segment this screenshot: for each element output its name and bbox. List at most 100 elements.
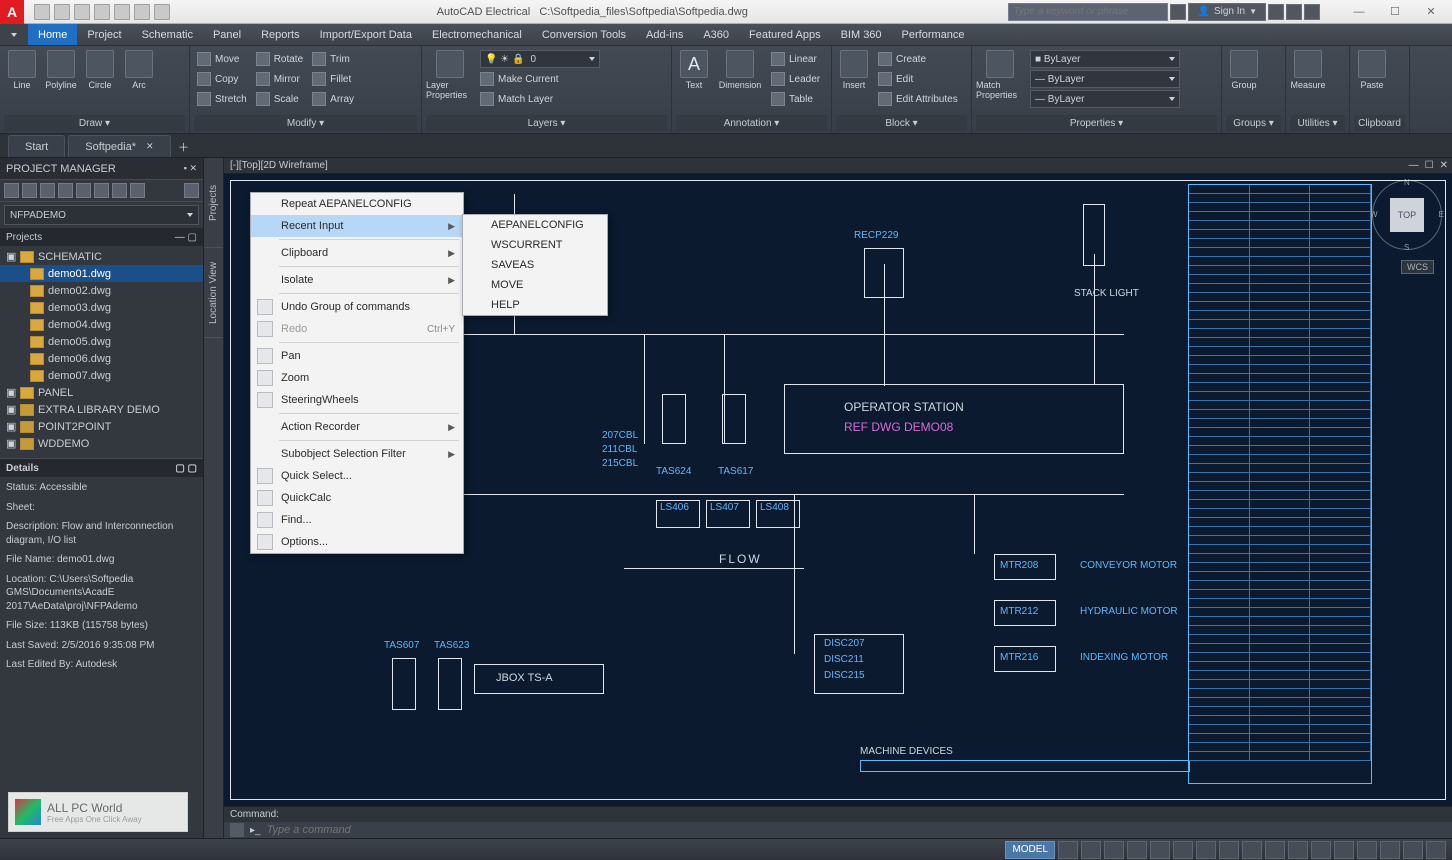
tree-file[interactable]: demo05.dwg <box>0 333 203 350</box>
ctx-item[interactable]: Undo Group of commands <box>251 296 463 318</box>
group-button[interactable]: Group <box>1226 50 1262 90</box>
tree-node-p2p[interactable]: ▣POINT2POINT <box>0 418 203 435</box>
pm-tool-icon[interactable] <box>22 183 37 198</box>
modify-stretch-button[interactable]: CopyStretch <box>194 90 250 108</box>
tree-node-schematic[interactable]: ▣SCHEMATIC <box>0 248 203 265</box>
qat-plot-icon[interactable] <box>114 4 130 20</box>
window-maximize-button[interactable]: ☐ <box>1378 1 1412 23</box>
panel-title-modify[interactable]: Modify ▾ <box>194 115 417 131</box>
status-3dosnap-icon[interactable] <box>1173 841 1193 859</box>
command-close-icon[interactable] <box>230 823 244 837</box>
modify-fillet-button[interactable]: Fillet <box>309 70 357 88</box>
tree-file[interactable]: demo04.dwg <box>0 316 203 333</box>
ctx-item[interactable]: SteeringWheels <box>251 389 463 411</box>
status-annoscale-icon[interactable] <box>1288 841 1308 859</box>
ctx-item[interactable]: Action Recorder▶ <box>251 416 463 438</box>
ctx-item[interactable]: Zoom <box>251 367 463 389</box>
tab-bim360[interactable]: BIM 360 <box>831 24 892 45</box>
paste-button[interactable]: Paste <box>1354 50 1390 90</box>
color-dropdown[interactable]: ■ ByLayer <box>1030 50 1180 68</box>
dimension-button[interactable]: Dimension <box>715 50 765 90</box>
exchange-icon[interactable] <box>1268 4 1284 20</box>
measure-button[interactable]: Measure <box>1290 50 1326 90</box>
doc-tab-start[interactable]: Start <box>8 135 65 157</box>
ctx-item[interactable]: Recent Input▶ <box>251 215 463 237</box>
status-otrack-icon[interactable] <box>1196 841 1216 859</box>
status-isolate-icon[interactable] <box>1357 841 1377 859</box>
help-search-input[interactable] <box>1008 3 1168 21</box>
window-minimize-button[interactable]: — <box>1342 1 1376 23</box>
viewport-label[interactable]: [-][Top][2D Wireframe] <box>230 160 328 171</box>
status-transparency-icon[interactable] <box>1242 841 1262 859</box>
panel-title-groups[interactable]: Groups ▾ <box>1226 115 1281 131</box>
tab-schematic[interactable]: Schematic <box>132 24 203 45</box>
tree-file[interactable]: demo07.dwg <box>0 367 203 384</box>
status-monitor-icon[interactable] <box>1334 841 1354 859</box>
tree-file[interactable]: demo02.dwg <box>0 282 203 299</box>
app-logo[interactable]: A <box>0 0 24 24</box>
draw-arc-button[interactable]: Arc <box>121 50 157 90</box>
tab-conversion[interactable]: Conversion Tools <box>532 24 636 45</box>
modify-array-button[interactable]: Array <box>309 90 357 108</box>
status-grid-icon[interactable] <box>1058 841 1078 859</box>
tab-panel[interactable]: Panel <box>203 24 251 45</box>
pm-tool-icon[interactable] <box>76 183 91 198</box>
status-customize-icon[interactable] <box>1426 841 1446 859</box>
ctx-sub-item[interactable]: MOVE <box>463 275 607 295</box>
ctx-item[interactable]: Isolate▶ <box>251 269 463 291</box>
status-cleanscreen-icon[interactable] <box>1403 841 1423 859</box>
panel-title-draw[interactable]: Draw ▾ <box>4 115 185 131</box>
pm-tool-icon[interactable] <box>112 183 127 198</box>
layer-match-button[interactable]: Match Layer <box>477 90 603 108</box>
status-workspace-icon[interactable] <box>1311 841 1331 859</box>
draw-line-button[interactable]: Line <box>4 50 40 90</box>
block-create-button[interactable]: Create <box>875 50 961 68</box>
vp-max-icon[interactable]: ☐ <box>1425 160 1434 171</box>
status-hardware-icon[interactable] <box>1380 841 1400 859</box>
sign-in-button[interactable]: 👤Sign In▼ <box>1188 3 1266 21</box>
tree-file-demo01[interactable]: demo01.dwg <box>0 265 203 282</box>
pm-details-header[interactable]: Details▢ ▢ <box>0 459 203 477</box>
help-icon[interactable] <box>1304 4 1320 20</box>
tab-home[interactable]: Home <box>28 24 77 45</box>
qat-redo-icon[interactable] <box>154 4 170 20</box>
qat-saveas-icon[interactable] <box>94 4 110 20</box>
pm-projects-header[interactable]: Projects— ▢ <box>0 228 203 246</box>
pm-tool-icon[interactable] <box>58 183 73 198</box>
canvas[interactable]: TOP N S E W WCS RECP229 STACK LIGH <box>224 174 1452 806</box>
a360-icon[interactable] <box>1286 4 1302 20</box>
command-input[interactable] <box>267 824 1446 836</box>
modify-rotate-button[interactable]: Rotate <box>253 50 306 68</box>
doc-tab-new-button[interactable]: ＋ <box>174 137 194 157</box>
pm-tool-icon[interactable] <box>130 183 145 198</box>
panel-title-properties[interactable]: Properties ▾ <box>976 115 1217 131</box>
ctx-item[interactable]: RedoCtrl+Y <box>251 318 463 340</box>
panel-title-annotation[interactable]: Annotation ▾ <box>676 115 827 131</box>
ctx-item[interactable]: Options... <box>251 531 463 553</box>
dim-leader-button[interactable]: Leader <box>768 70 823 88</box>
modify-copy-button[interactable]: Copy <box>194 70 250 88</box>
status-lwt-icon[interactable] <box>1219 841 1239 859</box>
doc-tab-current[interactable]: Softpedia*✕ <box>68 135 170 157</box>
panel-title-block[interactable]: Block ▾ <box>836 115 967 131</box>
block-edit-button[interactable]: Edit <box>875 70 961 88</box>
qat-new-icon[interactable] <box>34 4 50 20</box>
tab-featured-apps[interactable]: Featured Apps <box>739 24 831 45</box>
vp-min-icon[interactable]: — <box>1409 160 1419 171</box>
qat-save-icon[interactable] <box>74 4 90 20</box>
qat-undo-icon[interactable] <box>134 4 150 20</box>
palette-tab-projects[interactable]: Projects <box>204 158 223 248</box>
panel-title-utilities[interactable]: Utilities ▾ <box>1290 115 1345 131</box>
tab-reports[interactable]: Reports <box>251 24 310 45</box>
tab-performance[interactable]: Performance <box>892 24 975 45</box>
tab-import-export[interactable]: Import/Export Data <box>310 24 422 45</box>
block-insert-button[interactable]: Insert <box>836 50 872 90</box>
infocenter-icon[interactable] <box>1170 4 1186 20</box>
draw-circle-button[interactable]: Circle <box>82 50 118 90</box>
tree-node-panel[interactable]: ▣PANEL <box>0 384 203 401</box>
qat-open-icon[interactable] <box>54 4 70 20</box>
tab-electromechanical[interactable]: Electromechanical <box>422 24 532 45</box>
modify-trim-button[interactable]: Trim <box>309 50 357 68</box>
ctx-sub-item[interactable]: AEPANELCONFIG <box>463 215 607 235</box>
palette-tab-location[interactable]: Location View <box>204 248 223 338</box>
